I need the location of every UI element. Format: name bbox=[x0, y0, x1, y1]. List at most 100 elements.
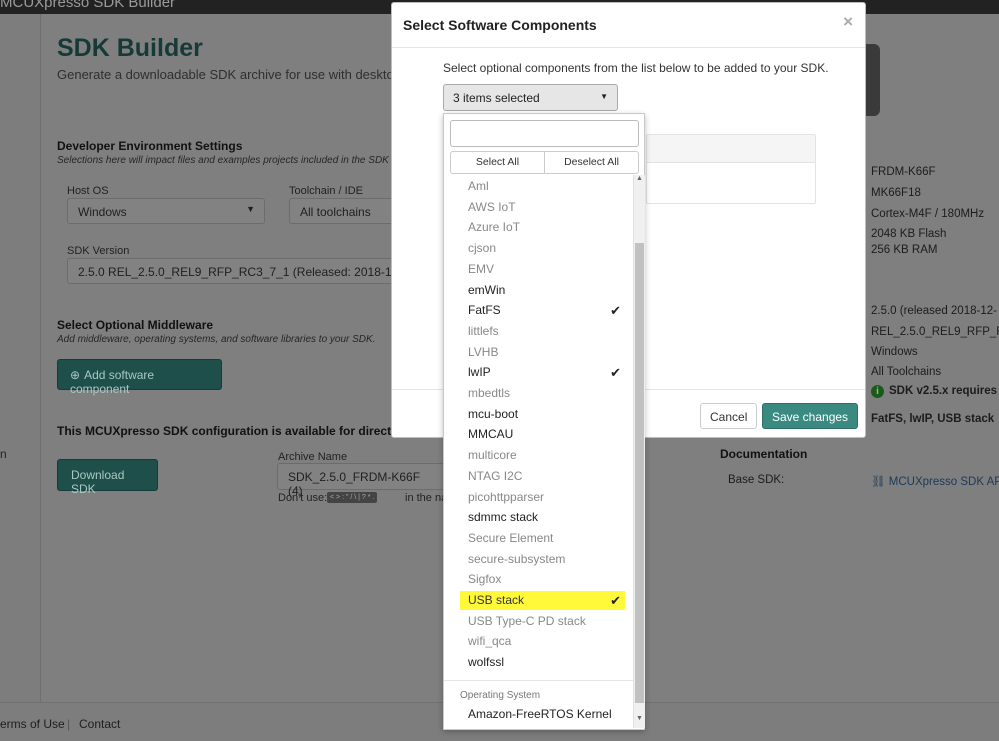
base-sdk-label: Base SDK: bbox=[728, 474, 785, 486]
components-multiselect[interactable]: 3 items selected ▼ bbox=[443, 84, 618, 111]
dev-env-heading: Developer Environment Settings bbox=[57, 139, 243, 153]
close-icon[interactable]: × bbox=[843, 12, 853, 32]
list-item[interactable]: multicore bbox=[460, 446, 625, 465]
list-item-label: MMCAU bbox=[468, 427, 514, 442]
sdk-version-select[interactable]: 2.5.0 REL_2.5.0_REL9_RFP_RC3_7_1 (Releas… bbox=[67, 258, 391, 284]
list-item[interactable]: sdmmc stack bbox=[460, 508, 625, 527]
list-item-label: AWS IoT bbox=[468, 199, 516, 214]
sdk-api-link[interactable]: ⛓ MCUXpresso SDK API bbox=[871, 474, 999, 488]
list-item[interactable]: Sigfox bbox=[460, 570, 625, 589]
list-item-label: NTAG I2C bbox=[468, 468, 523, 483]
sdk-version-info: 2.5.0 (released 2018-12- bbox=[871, 305, 997, 317]
list-item[interactable]: EMV bbox=[460, 260, 625, 279]
toolchain-value: All toolchains bbox=[300, 205, 371, 219]
list-item[interactable]: MMCAU bbox=[460, 425, 625, 444]
sdk-version-value: 2.5.0 REL_2.5.0_REL9_RFP_RC3_7_1 (Releas… bbox=[78, 265, 391, 279]
download-sdk-button[interactable]: Download SDK bbox=[57, 459, 158, 496]
list-item[interactable]: emWin bbox=[460, 281, 625, 300]
list-item[interactable]: AWS IoT bbox=[460, 198, 625, 217]
info-icon: i bbox=[871, 385, 884, 398]
list-item-label: lwIP bbox=[468, 365, 491, 380]
footer-divider: | bbox=[67, 717, 71, 731]
archive-name-input[interactable]: SDK_2.5.0_FRDM-K66F (4) bbox=[277, 463, 443, 498]
core-info: Cortex-M4F / 180MHz bbox=[871, 208, 985, 220]
list-item-label: LVHB bbox=[468, 344, 499, 359]
archive-name-label: Archive Name bbox=[278, 451, 348, 463]
deselect-all-button[interactable]: Deselect All bbox=[544, 151, 639, 174]
list-item[interactable]: Aml bbox=[460, 177, 625, 196]
list-item[interactable]: cjson bbox=[460, 239, 625, 258]
scroll-up-icon[interactable]: ▲ bbox=[636, 175, 643, 182]
list-item-label: wolfssl bbox=[468, 655, 505, 670]
device-name: MK66F18 bbox=[871, 187, 921, 199]
list-item-label: USB stack bbox=[468, 593, 525, 607]
list-item[interactable]: Azure IoT bbox=[460, 218, 625, 237]
build-info: REL_2.5.0_REL9_RFP_R bbox=[871, 326, 999, 338]
host-os-label: Host OS bbox=[67, 185, 109, 197]
dont-use-label: Don't use: bbox=[278, 492, 328, 504]
ram-info: 256 KB RAM bbox=[871, 244, 938, 256]
modal-header: Select Software Components × bbox=[392, 3, 865, 48]
list-item[interactable]: FatFS ✔ bbox=[460, 301, 625, 320]
host-os-select[interactable]: Windows ▼ bbox=[67, 198, 265, 224]
host-os-value: Windows bbox=[78, 205, 127, 219]
components-table bbox=[646, 134, 816, 204]
link-icon: ⛓ bbox=[871, 476, 889, 488]
dropdown-search-input[interactable] bbox=[450, 120, 639, 147]
caret-down-icon: ▼ bbox=[246, 204, 255, 214]
list-item-label: Secure Element bbox=[468, 530, 554, 545]
contact-link[interactable]: Contact bbox=[79, 717, 120, 731]
list-item[interactable]: mcu-boot bbox=[460, 405, 625, 424]
list-item[interactable]: secure-subsystem bbox=[460, 550, 625, 569]
list-item[interactable]: wifi_qca bbox=[460, 632, 625, 651]
list-item-label: USB Type-C PD stack bbox=[468, 613, 586, 628]
list-item-label: Sigfox bbox=[468, 572, 502, 587]
list-item[interactable]: NTAG I2C bbox=[460, 467, 625, 486]
documentation-heading: Documentation bbox=[720, 447, 808, 461]
toolchain-select[interactable]: All toolchains bbox=[289, 198, 391, 224]
list-item[interactable]: USB stack ✔ bbox=[460, 591, 625, 610]
list-item[interactable]: LVHB bbox=[460, 343, 625, 362]
list-item-label: mbedtls bbox=[468, 386, 511, 400]
dont-use-suffix: in the na bbox=[405, 492, 448, 504]
plus-circle-icon: ⊕ bbox=[70, 368, 81, 382]
selected-components-info: FatFS, lwIP, USB stack bbox=[871, 413, 995, 425]
modal-title: Select Software Components bbox=[403, 17, 597, 33]
check-icon: ✔ bbox=[610, 593, 621, 608]
components-dropdown-menu: Select All Deselect All Aml AWS IoT Azure … bbox=[443, 113, 645, 730]
host-os-info: Windows bbox=[871, 346, 918, 358]
list-item-label: picohttpparser bbox=[468, 489, 545, 504]
list-item[interactable]: wolfssl bbox=[460, 653, 625, 672]
list-item-label: mcu-boot bbox=[468, 406, 519, 421]
flash-info: 2048 KB Flash bbox=[871, 228, 947, 240]
list-item[interactable]: lwIP ✔ bbox=[460, 363, 625, 382]
list-item[interactable]: Secure Element bbox=[460, 529, 625, 548]
config-text: This MCUXpresso SDK configuration is ava… bbox=[57, 424, 402, 438]
sdk-requires-text: SDK v2.5.x requires bbox=[889, 385, 998, 397]
list-item-label: multicore bbox=[468, 448, 517, 463]
cancel-button[interactable]: Cancel bbox=[700, 403, 758, 429]
components-table-header bbox=[647, 135, 815, 163]
select-all-button[interactable]: Select All bbox=[450, 151, 545, 174]
dropdown-scrollbar[interactable]: ▲ ▼ bbox=[633, 175, 645, 728]
add-software-component-button[interactable]: ⊕ Add software component bbox=[57, 359, 222, 396]
os-group-label: Operating System bbox=[460, 690, 541, 701]
list-item[interactable]: picohttpparser bbox=[460, 488, 625, 507]
os-item[interactable]: Amazon-FreeRTOS Kernel bbox=[468, 707, 612, 721]
terms-link[interactable]: erms of Use bbox=[0, 717, 65, 731]
scrollbar-thumb[interactable] bbox=[635, 243, 644, 703]
list-item-label: littlefs bbox=[468, 323, 499, 338]
left-cut-text: n bbox=[0, 447, 7, 461]
list-item-label: emWin bbox=[468, 282, 506, 297]
list-item[interactable]: USB Type-C PD stack bbox=[460, 612, 625, 631]
list-divider bbox=[444, 680, 634, 681]
list-item[interactable]: mbedtls bbox=[460, 384, 625, 403]
sdk-version-label: SDK Version bbox=[67, 245, 130, 257]
list-item[interactable]: littlefs bbox=[460, 322, 625, 341]
sdk-api-link-label: MCUXpresso SDK API bbox=[888, 476, 999, 488]
save-changes-button[interactable]: Save changes bbox=[762, 403, 859, 429]
list-item-label: Aml bbox=[468, 179, 489, 193]
scroll-down-icon[interactable]: ▼ bbox=[636, 715, 643, 722]
list-item-label: Azure IoT bbox=[468, 220, 521, 235]
board-name: FRDM-K66F bbox=[871, 166, 936, 178]
